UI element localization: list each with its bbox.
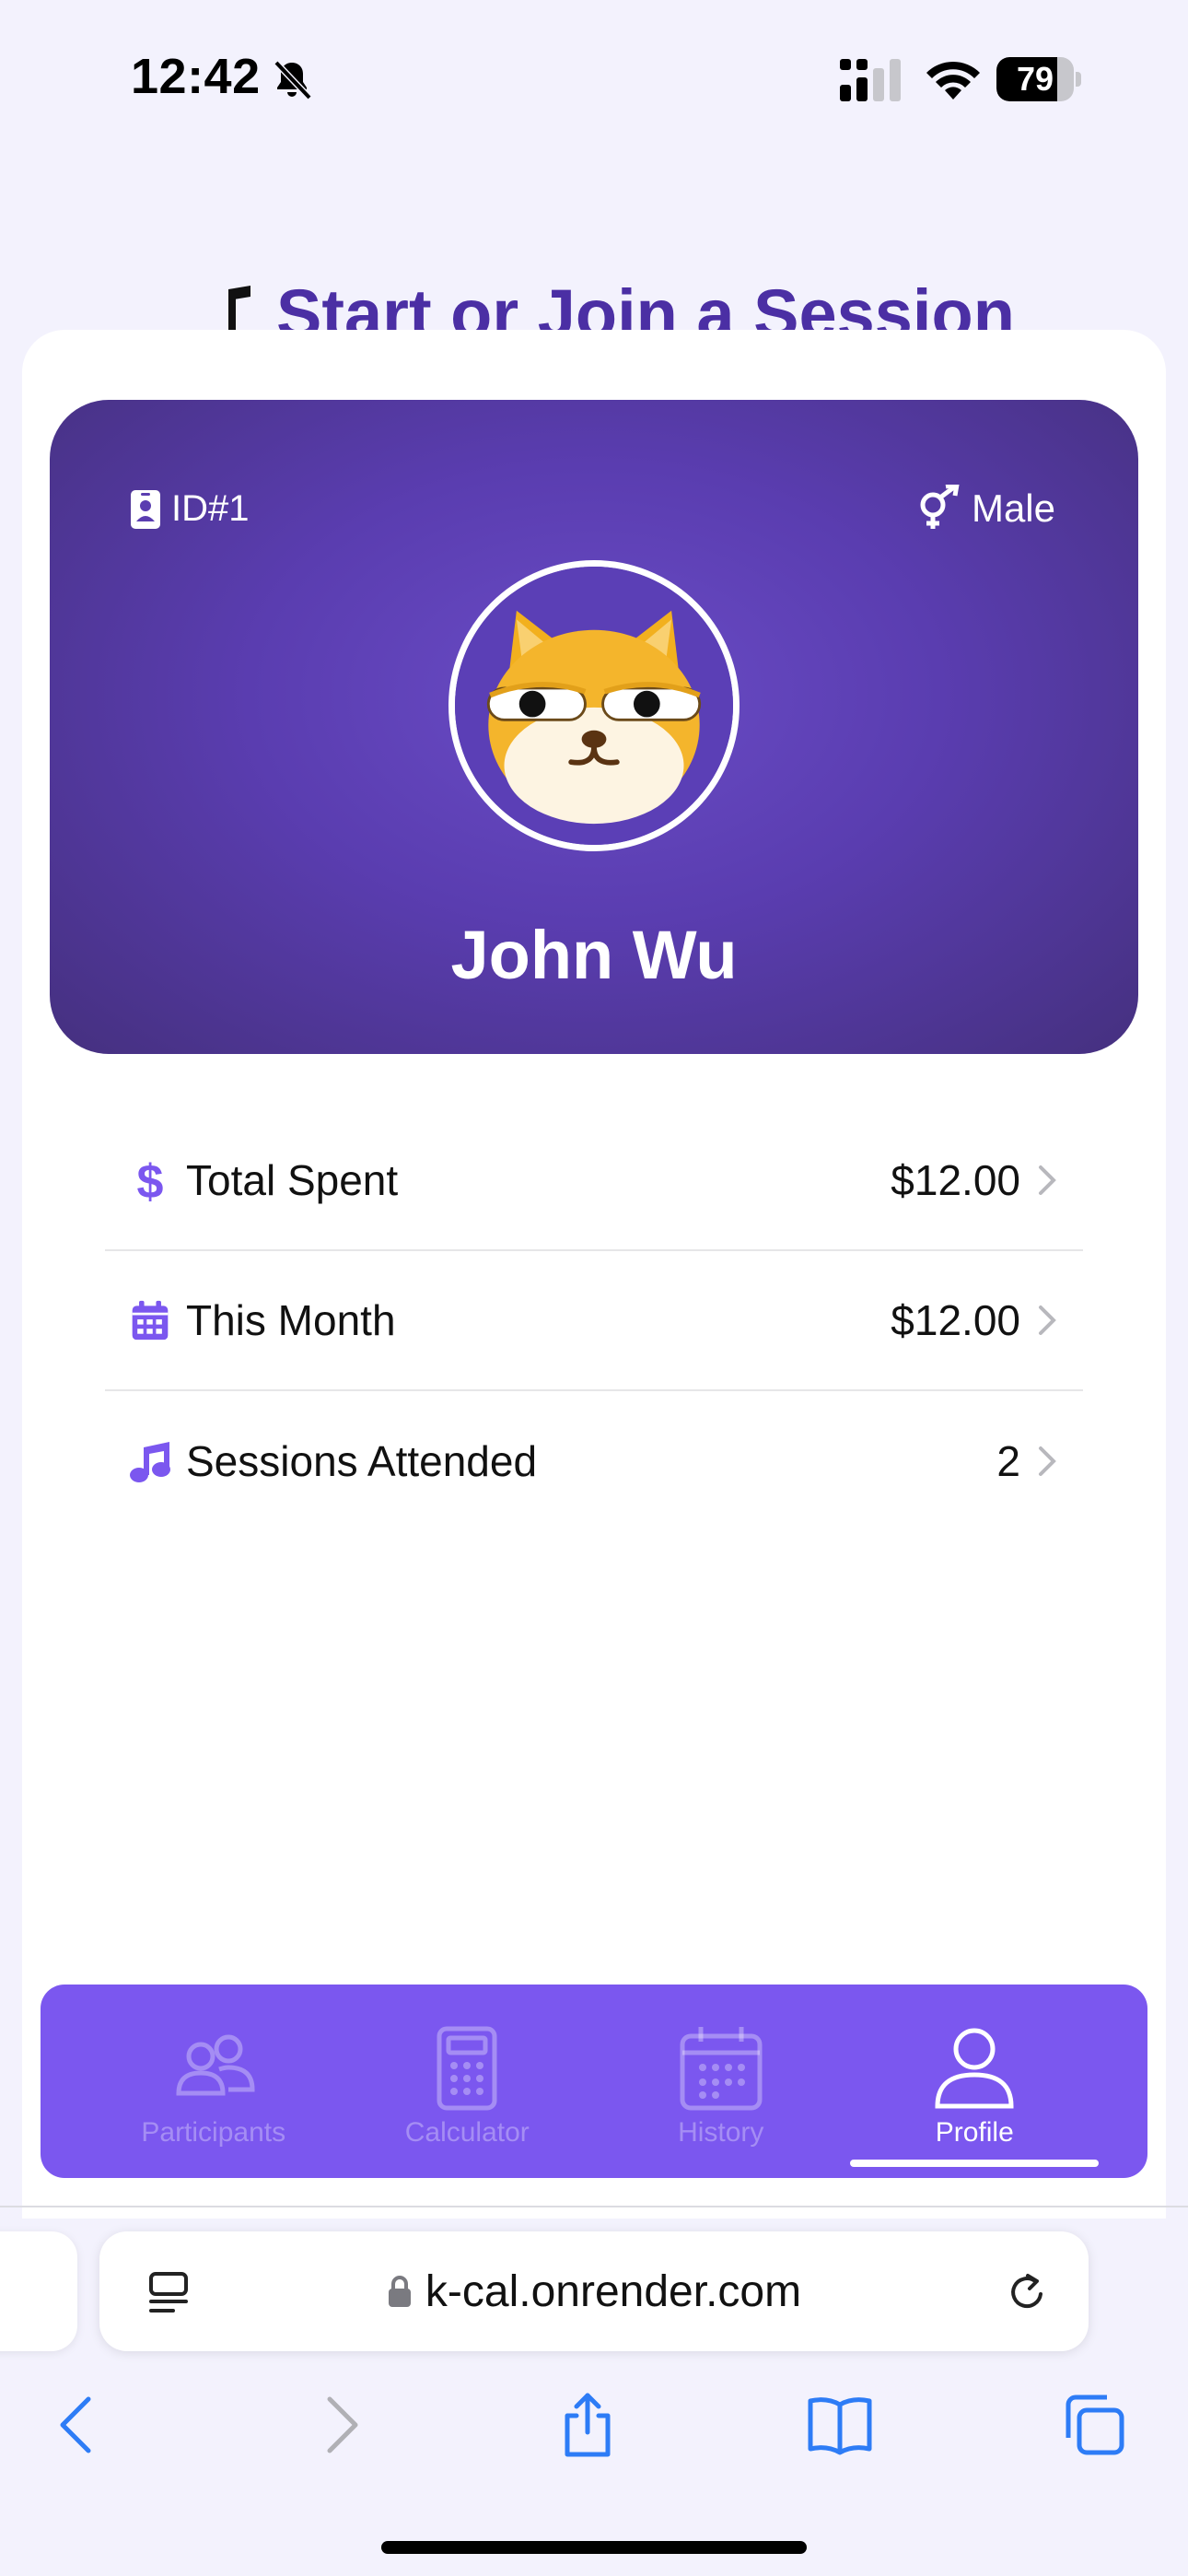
gender-label: Male (971, 486, 1055, 530)
id-badge: ID#1 (131, 488, 250, 530)
tab-label: Calculator (404, 2117, 530, 2148)
music-note-icon (130, 1442, 170, 1482)
forward-icon[interactable] (306, 2392, 372, 2458)
bell-slash-icon (274, 60, 312, 100)
stat-value: $12.00 (891, 1156, 1020, 1204)
tab-label: Profile (935, 2117, 1014, 2148)
tab-label: Participants (141, 2117, 286, 2148)
stat-label: Sessions Attended (186, 1437, 538, 1485)
lock-icon (388, 2276, 411, 2307)
calendar-icon (680, 2027, 763, 2111)
status-time: 12:42 (131, 49, 261, 104)
chevron-right-icon (1039, 1446, 1056, 1476)
stats-list: $ Total Spent $12.00 This Month $12.00 S… (105, 1111, 1083, 1531)
tab-participants[interactable]: Participants (89, 1985, 338, 2178)
user-icon (935, 2028, 1014, 2109)
profile-card: ID#1 Male John Wu (50, 400, 1138, 1054)
wifi-icon (926, 61, 980, 100)
tabs-icon[interactable] (1061, 2392, 1127, 2458)
svg-text:$: $ (137, 1157, 164, 1203)
gender-badge: Male (914, 485, 1055, 533)
calendar-icon (132, 1300, 169, 1341)
bookmarks-icon[interactable] (807, 2392, 873, 2458)
shiba-dog-emoji-icon (455, 567, 733, 845)
stat-label: Total Spent (186, 1156, 399, 1204)
tab-history[interactable]: History (597, 1985, 845, 2178)
stat-label: This Month (186, 1296, 396, 1344)
chevron-right-icon (1039, 1306, 1056, 1335)
chevron-right-icon (1039, 1165, 1056, 1195)
tab-calculator[interactable]: Calculator (343, 1985, 591, 2178)
address-bar[interactable]: k-cal.onrender.com (99, 2231, 1089, 2351)
calculator-icon (437, 2026, 497, 2111)
previous-tab-card[interactable] (0, 2231, 77, 2351)
bottom-tab-bar: Participants Calculator History Profile (41, 1985, 1147, 2178)
id-card-icon (131, 489, 160, 529)
battery-percent: 79 (1016, 60, 1054, 98)
share-icon[interactable] (554, 2392, 621, 2458)
reload-icon[interactable] (1004, 2270, 1050, 2316)
tab-profile[interactable]: Profile (850, 1985, 1100, 2178)
tab-label: History (678, 2117, 764, 2148)
stat-row-this-month[interactable]: This Month $12.00 (105, 1251, 1083, 1391)
stat-value: $12.00 (891, 1296, 1020, 1344)
stat-row-sessions-attended[interactable]: Sessions Attended 2 (105, 1391, 1083, 1531)
home-indicator (381, 2541, 807, 2554)
users-icon (176, 2034, 255, 2096)
active-tab-indicator (850, 2160, 1100, 2167)
cellular-signal-icon (840, 59, 901, 101)
gender-icon (920, 485, 960, 529)
status-bar: 12:42 79 (0, 0, 1188, 166)
back-icon[interactable] (46, 2392, 112, 2458)
avatar[interactable] (448, 560, 740, 851)
url-text: k-cal.onrender.com (425, 2266, 802, 2316)
stat-row-total-spent[interactable]: $ Total Spent $12.00 (105, 1111, 1083, 1251)
profile-name: John Wu (450, 917, 738, 993)
stat-value: 2 (996, 1437, 1020, 1485)
id-label: ID#1 (171, 488, 250, 529)
battery-indicator: 79 (996, 57, 1081, 101)
dollar-icon: $ (137, 1157, 164, 1203)
